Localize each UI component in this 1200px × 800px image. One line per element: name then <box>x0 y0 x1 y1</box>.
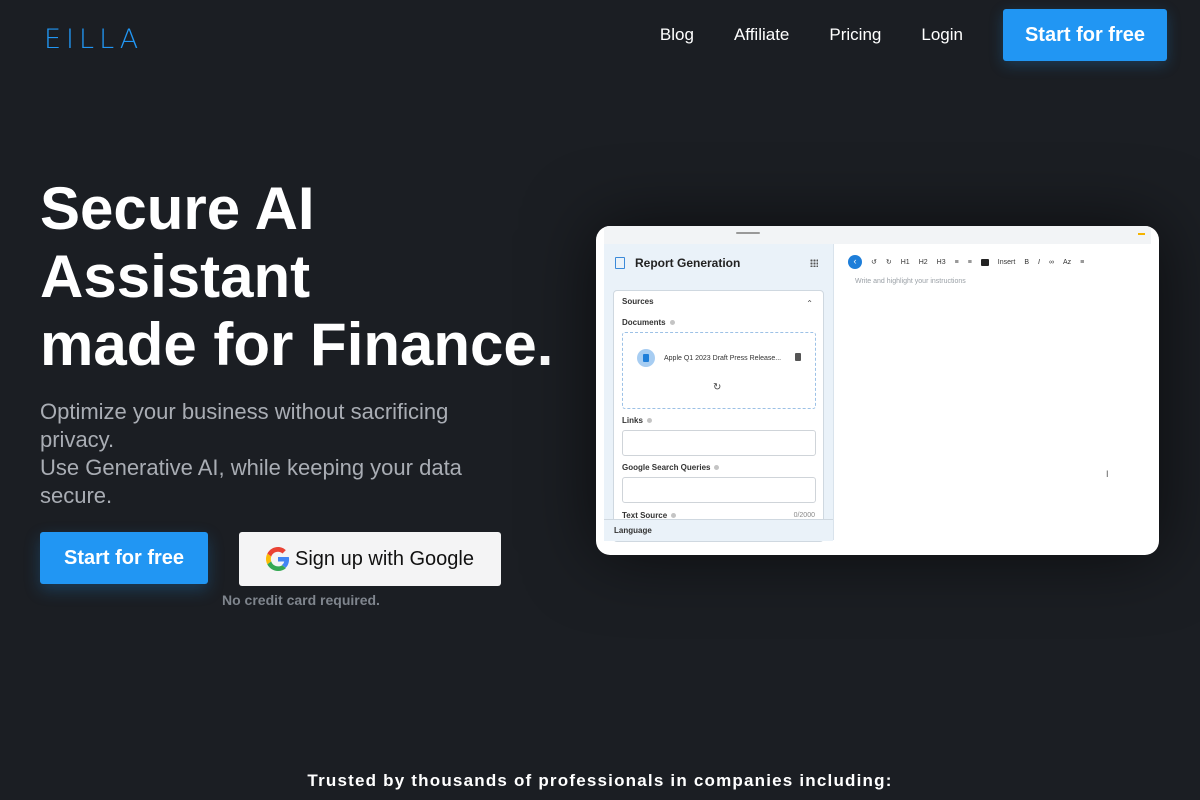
preview-top-bar <box>604 226 1151 244</box>
info-icon <box>714 465 720 470</box>
sources-card: Sources ⌃ Documents Apple Q1 2023 Draft … <box>613 290 824 542</box>
bullet-list-icon: ≡ <box>954 258 959 266</box>
h2-button: H2 <box>918 258 928 266</box>
panel-title: Report Generation <box>635 256 741 270</box>
align-icon: ≡ <box>1080 258 1085 266</box>
insert-dropdown: Insert <box>997 258 1016 266</box>
trash-icon <box>795 353 801 361</box>
sources-label: Sources <box>622 297 654 306</box>
document-dropzone: Apple Q1 2023 Draft Press Release... ↻ <box>622 332 816 409</box>
trusted-by-text: Trusted by thousands of professionals in… <box>307 771 893 790</box>
top-nav: Blog Affiliate Pricing Login Start for f… <box>660 0 1200 70</box>
file-icon <box>637 349 655 367</box>
preview-notch <box>736 232 760 234</box>
info-icon <box>669 320 675 325</box>
italic-button: I <box>1037 258 1040 266</box>
no-credit-card-note: No credit card required. <box>222 592 380 608</box>
link-icon: ∞ <box>1048 258 1054 266</box>
info-icon <box>671 513 677 518</box>
app-preview-screenshot: Report Generation Sources ⌃ Documents Ap… <box>596 226 1159 555</box>
logo-text: EILLA <box>44 24 144 55</box>
hero-subtitle-line: privacy. <box>40 427 115 452</box>
google-icon <box>265 547 290 571</box>
redo-icon: ↻ <box>885 259 892 266</box>
documents-label-text: Documents <box>622 318 666 327</box>
nav-link-blog[interactable]: Blog <box>660 25 694 45</box>
report-generation-panel: Report Generation Sources ⌃ Documents Ap… <box>604 244 834 542</box>
bold-button: B <box>1024 258 1029 266</box>
hero-title-line: made for Finance. <box>40 311 554 378</box>
h1-button: H1 <box>900 258 910 266</box>
hero-subtitle-line: secure. <box>40 483 113 508</box>
back-icon: ‹ <box>848 255 862 269</box>
chevron-up-icon: ⌃ <box>806 299 813 308</box>
file-item: Apple Q1 2023 Draft Press Release... <box>637 349 781 367</box>
editor-placeholder: Write and highlight your instructions <box>855 278 966 285</box>
undo-icon: ↺ <box>871 259 877 266</box>
numbered-list-icon: ≡ <box>967 258 972 266</box>
refresh-icon: ↻ <box>713 382 722 393</box>
text-counter: 0/2000 <box>793 512 815 519</box>
google-queries-label: Google Search Queries <box>622 463 720 472</box>
hero-title-line: Secure AI <box>40 175 315 242</box>
hero-subtitle-line: Use Generative AI, while keeping your da… <box>40 455 462 480</box>
editor-toolbar: ‹ ↺ ↻ H1 H2 H3 ≡ ≡ Insert B I ∞ Az ≡ <box>848 255 1084 269</box>
h3-button: H3 <box>936 258 946 266</box>
hero-title-line: Assistant <box>40 243 311 310</box>
grid-icon <box>810 259 818 267</box>
nav-link-affiliate[interactable]: Affiliate <box>734 25 789 45</box>
google-queries-input <box>622 477 816 503</box>
hero-subtitle: Optimize your business without sacrifici… <box>40 398 540 510</box>
info-icon <box>646 418 652 423</box>
panel-header: Report Generation <box>604 244 833 282</box>
document-icon <box>615 257 625 269</box>
links-input <box>622 430 816 456</box>
google-signup-label: Sign up with Google <box>294 547 474 570</box>
nav-link-login[interactable]: Login <box>921 25 963 45</box>
hero-title: Secure AI Assistant made for Finance. <box>40 175 553 379</box>
links-label-text: Links <box>622 416 643 425</box>
nav-link-pricing[interactable]: Pricing <box>829 25 881 45</box>
google-signup-button[interactable]: Sign up with Google <box>239 532 501 586</box>
font-size-dropdown: Az <box>1062 258 1072 266</box>
language-bar: Language <box>604 519 833 541</box>
image-icon <box>980 258 989 266</box>
documents-label: Documents <box>622 318 675 327</box>
links-label: Links <box>622 416 652 425</box>
logo[interactable]: EILLA <box>44 24 143 55</box>
nav-start-free-button[interactable]: Start for free <box>1002 9 1167 61</box>
start-free-button[interactable]: Start for free <box>40 532 208 584</box>
text-cursor-icon: I <box>1106 469 1109 479</box>
google-queries-label-text: Google Search Queries <box>622 463 711 472</box>
hero-subtitle-line: Optimize your business without sacrifici… <box>40 399 449 424</box>
preview-indicator <box>1138 233 1145 235</box>
file-name: Apple Q1 2023 Draft Press Release... <box>664 354 782 362</box>
